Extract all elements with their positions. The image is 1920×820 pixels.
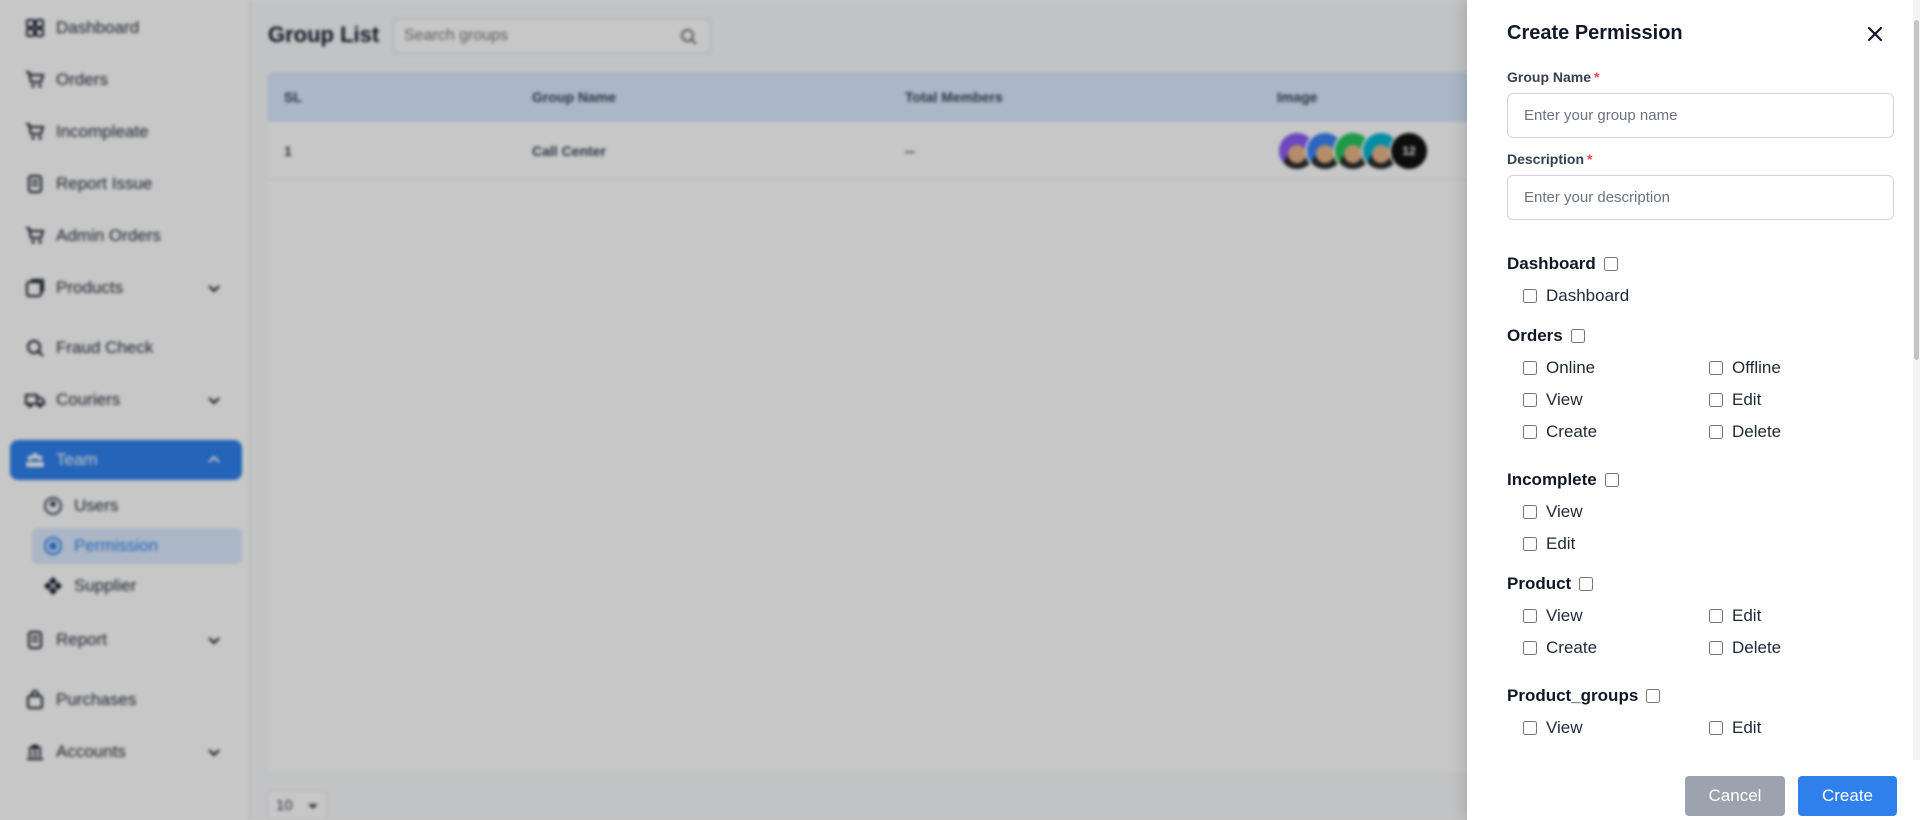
permission-option[interactable]: Delete bbox=[1709, 636, 1781, 660]
permission-option[interactable]: Create bbox=[1523, 420, 1597, 444]
permission-group-product: Product View Edit Create Delete bbox=[1507, 572, 1887, 657]
permission-option-label: View bbox=[1546, 502, 1583, 521]
description-label: Description * bbox=[1507, 151, 1592, 167]
permission-checkbox[interactable] bbox=[1709, 393, 1723, 407]
permissions-list[interactable]: Dashboard Dashboard Orders Online Offlin… bbox=[1467, 240, 1920, 760]
permission-option[interactable]: Offline bbox=[1709, 356, 1781, 380]
permission-option[interactable]: Delete bbox=[1709, 420, 1781, 444]
close-icon[interactable] bbox=[1863, 22, 1887, 46]
permission-checkbox[interactable] bbox=[1523, 361, 1537, 375]
permission-option[interactable]: View bbox=[1523, 388, 1583, 412]
description-input[interactable] bbox=[1507, 175, 1894, 220]
permission-checkbox[interactable] bbox=[1709, 361, 1723, 375]
permission-option-label: View bbox=[1546, 390, 1583, 409]
permission-group-title: Product bbox=[1507, 574, 1572, 593]
drawer-scrollbar[interactable] bbox=[1913, 0, 1920, 760]
permission-option[interactable]: View bbox=[1523, 716, 1583, 740]
create-button[interactable]: Create bbox=[1798, 776, 1897, 816]
create-permission-drawer: Create Permission Group Name* Descriptio… bbox=[1467, 0, 1920, 820]
permission-option-label: Offline bbox=[1732, 358, 1781, 377]
cancel-button[interactable]: Cancel bbox=[1685, 776, 1785, 816]
permission-option-label: Create bbox=[1546, 422, 1598, 441]
group-name-label-text: Group Name bbox=[1507, 69, 1592, 85]
permission-checkbox[interactable] bbox=[1709, 609, 1723, 623]
description-label-text: Description bbox=[1507, 151, 1585, 167]
permission-option-label: Create bbox=[1546, 638, 1598, 657]
permission-option-label: View bbox=[1546, 718, 1583, 737]
permission-option[interactable]: Edit bbox=[1523, 532, 1575, 556]
permission-option-label: Online bbox=[1546, 358, 1596, 377]
permission-group-incomplete: Incomplete View Edit bbox=[1507, 468, 1887, 553]
permission-group-title: Orders bbox=[1507, 326, 1563, 345]
permission-checkbox[interactable] bbox=[1709, 641, 1723, 655]
permission-option[interactable]: View bbox=[1523, 604, 1583, 628]
permission-option[interactable]: Online bbox=[1523, 356, 1595, 380]
group-select-all-checkbox[interactable] bbox=[1579, 577, 1594, 591]
permission-checkbox[interactable] bbox=[1709, 721, 1723, 735]
permission-option-label: Edit bbox=[1732, 718, 1762, 737]
permission-group-dashboard: Dashboard Dashboard bbox=[1507, 252, 1887, 305]
required-mark: * bbox=[1594, 69, 1600, 85]
permission-group-title: Dashboard bbox=[1507, 254, 1596, 273]
permission-option[interactable]: Edit bbox=[1709, 604, 1761, 628]
group-select-all-checkbox[interactable] bbox=[1570, 329, 1585, 343]
required-mark: * bbox=[1587, 151, 1593, 167]
drawer-footer: Cancel Create bbox=[1467, 760, 1920, 820]
permission-option-label: View bbox=[1546, 606, 1583, 625]
permission-checkbox[interactable] bbox=[1523, 505, 1537, 519]
permission-checkbox[interactable] bbox=[1523, 537, 1537, 551]
permission-checkbox[interactable] bbox=[1523, 609, 1537, 623]
permission-option-label: Delete bbox=[1732, 638, 1782, 657]
scrollbar-thumb[interactable] bbox=[1914, 20, 1919, 360]
permission-checkbox[interactable] bbox=[1523, 289, 1537, 303]
group-select-all-checkbox[interactable] bbox=[1603, 257, 1618, 271]
permission-option-label: Delete bbox=[1732, 422, 1782, 441]
permission-group-orders: Orders Online Offline View Edit Create D… bbox=[1507, 324, 1887, 441]
permission-option[interactable]: View bbox=[1523, 500, 1583, 524]
permission-checkbox[interactable] bbox=[1523, 641, 1537, 655]
permission-checkbox[interactable] bbox=[1523, 393, 1537, 407]
permission-option-label: Edit bbox=[1732, 390, 1762, 409]
permission-option-label: Dashboard bbox=[1546, 286, 1630, 305]
permission-checkbox[interactable] bbox=[1709, 425, 1723, 439]
permission-option[interactable]: Edit bbox=[1709, 388, 1761, 412]
group-select-all-checkbox[interactable] bbox=[1646, 689, 1661, 703]
group-name-label: Group Name * bbox=[1507, 69, 1599, 85]
permission-group-product-groups: Product_groups View Edit bbox=[1507, 684, 1887, 737]
permission-option[interactable]: Dashboard bbox=[1523, 284, 1629, 308]
permission-option[interactable]: Edit bbox=[1709, 716, 1761, 740]
group-select-all-checkbox[interactable] bbox=[1604, 473, 1619, 487]
drawer-title: Create Permission bbox=[1507, 22, 1683, 44]
permission-option-label: Edit bbox=[1546, 534, 1576, 553]
permission-checkbox[interactable] bbox=[1523, 425, 1537, 439]
permission-option[interactable]: Create bbox=[1523, 636, 1597, 660]
permission-checkbox[interactable] bbox=[1523, 721, 1537, 735]
permission-group-title: Incomplete bbox=[1507, 470, 1597, 489]
group-name-input[interactable] bbox=[1507, 93, 1894, 138]
permission-option-label: Edit bbox=[1732, 606, 1762, 625]
permission-group-title: Product_groups bbox=[1507, 686, 1639, 705]
